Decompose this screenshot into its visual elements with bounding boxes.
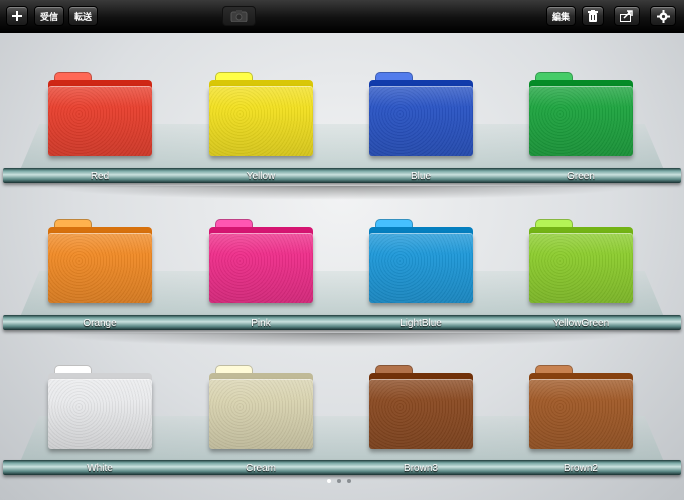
folder-label[interactable]: Orange (40, 318, 160, 329)
trash-icon (588, 10, 598, 22)
folder-icon (48, 233, 152, 303)
folder-icon (529, 86, 633, 156)
folder-label[interactable]: Red (40, 171, 160, 182)
folder-blue[interactable] (369, 72, 473, 158)
folder-icon (209, 233, 313, 303)
shelf-shadow-2 (40, 333, 640, 347)
page-dot[interactable] (337, 479, 341, 483)
forward-button[interactable]: 転送 (68, 6, 98, 26)
folder-icon (48, 86, 152, 156)
folder-icon (529, 379, 633, 449)
folder-pink[interactable] (209, 219, 313, 305)
receive-button[interactable]: 受信 (34, 6, 64, 26)
folder-label[interactable]: Brown2 (521, 463, 641, 474)
camera-button[interactable] (222, 6, 256, 26)
folder-icon (209, 86, 313, 156)
folder-icon (529, 233, 633, 303)
folder-brown3[interactable] (369, 365, 473, 451)
folder-label[interactable]: Cream (201, 463, 321, 474)
folder-brown2[interactable] (529, 365, 633, 451)
folder-label[interactable]: Blue (361, 171, 481, 182)
shelf-shadow-1 (40, 186, 640, 200)
folder-cream[interactable] (209, 365, 313, 451)
folder-orange[interactable] (48, 219, 152, 305)
folder-label[interactable]: Green (521, 171, 641, 182)
share-button[interactable] (614, 6, 640, 26)
page-dot[interactable] (347, 479, 351, 483)
folder-icon (48, 379, 152, 449)
folder-label[interactable]: Yellow (201, 171, 321, 182)
trash-button[interactable] (582, 6, 604, 26)
camera-icon (230, 10, 248, 22)
folder-yellow[interactable] (209, 72, 313, 158)
folder-label[interactable]: Pink (201, 318, 321, 329)
folder-yellowgreen[interactable] (529, 219, 633, 305)
page-dot[interactable] (327, 479, 331, 483)
folder-icon (369, 379, 473, 449)
page-indicator[interactable] (327, 479, 351, 483)
top-toolbar: 受信 転送 編集 (0, 0, 684, 33)
gear-icon (656, 9, 670, 23)
edit-button[interactable]: 編集 (546, 6, 576, 26)
folder-icon (369, 86, 473, 156)
folder-white[interactable] (48, 365, 152, 451)
folder-icon (209, 379, 313, 449)
folder-label[interactable]: YellowGreen (521, 318, 641, 329)
folder-label[interactable]: Brown3 (361, 463, 481, 474)
folder-label[interactable]: LightBlue (361, 318, 481, 329)
folder-label[interactable]: White (40, 463, 160, 474)
folder-red[interactable] (48, 72, 152, 158)
folder-lightblue[interactable] (369, 219, 473, 305)
plus-icon (12, 11, 22, 21)
settings-button[interactable] (650, 6, 676, 26)
share-icon (620, 10, 633, 22)
add-button[interactable] (6, 6, 28, 26)
folder-green[interactable] (529, 72, 633, 158)
folder-icon (369, 233, 473, 303)
